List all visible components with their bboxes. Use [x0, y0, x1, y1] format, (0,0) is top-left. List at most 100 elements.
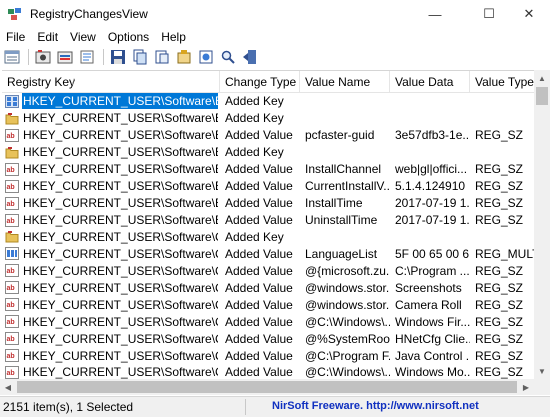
- cell-value-name: UninstallTime: [305, 213, 378, 228]
- table-row[interactable]: ab HKEY_CURRENT_USER\Software\Baidu ... Ad…: [2, 161, 534, 178]
- string-value-icon: ab: [5, 365, 19, 379]
- cell-value-data: Windows Fir...: [395, 314, 470, 329]
- table-row[interactable]: HKEY_CURRENT_USER\Software\Classes\... Ad…: [2, 245, 534, 262]
- registry-key-text: HKEY_CURRENT_USER\Software\Classes\...: [23, 246, 218, 261]
- close-button[interactable]: ✕: [506, 0, 550, 28]
- toolbar-separator: [28, 49, 29, 65]
- scroll-down-arrow-icon[interactable]: ▼: [534, 363, 550, 379]
- cell-value-type: REG_SZ: [475, 179, 524, 194]
- cell-registry-key: ab HKEY_CURRENT_USER\Software\Classes\...: [2, 314, 220, 330]
- table-row[interactable]: HKEY_CURRENT_USER\Software\Baidu S... Add…: [2, 110, 534, 127]
- save-snapshot-icon[interactable]: [33, 47, 53, 67]
- cell-registry-key: ab HKEY_CURRENT_USER\Software\Baidu ...: [2, 212, 220, 228]
- string-value-icon: ab: [5, 281, 19, 295]
- column-label: Registry Key: [7, 75, 76, 89]
- svg-text:ab: ab: [7, 302, 15, 309]
- columns-icon[interactable]: [2, 47, 22, 67]
- table-row[interactable]: ab HKEY_CURRENT_USER\Software\Classes\...…: [2, 279, 534, 296]
- horizontal-scroll-thumb[interactable]: [17, 381, 517, 393]
- table-row[interactable]: HKEY_CURRENT_USER\Software\Classes\... Ad…: [2, 229, 534, 246]
- column-header-value-type[interactable]: Value Type: [470, 71, 534, 93]
- svg-text:ab: ab: [7, 201, 15, 208]
- toolbar: [0, 46, 550, 68]
- registry-key-text: HKEY_CURRENT_USER\Software\Baidu ...: [23, 162, 218, 177]
- cell-registry-key: HKEY_CURRENT_USER\Software\Classes\...: [2, 246, 220, 262]
- cell-value-name: CurrentInstallV...: [305, 179, 390, 194]
- cell-value-data: web|gl|offici...: [395, 162, 468, 177]
- string-value-icon: ab: [5, 332, 19, 346]
- table-row[interactable]: ab HKEY_CURRENT_USER\Software\Baidu ... Ad…: [2, 178, 534, 195]
- horizontal-scrollbar[interactable]: ◀ ▶: [0, 379, 534, 395]
- cell-registry-key: ab HKEY_CURRENT_USER\Software\Classes\...: [2, 297, 220, 313]
- cell-value-name: @{microsoft.zu...: [305, 263, 390, 278]
- cell-registry-key: ab HKEY_CURRENT_USER\Software\Baidu S...: [2, 127, 220, 143]
- cell-value-data: Screenshots: [395, 280, 462, 295]
- find-icon[interactable]: [218, 47, 238, 67]
- exit-icon[interactable]: [240, 47, 260, 67]
- vertical-scroll-thumb[interactable]: [536, 87, 548, 105]
- table-row[interactable]: ab HKEY_CURRENT_USER\Software\Baidu ... Ad…: [2, 212, 534, 229]
- toolbar-separator: [103, 49, 104, 65]
- table-row[interactable]: ab HKEY_CURRENT_USER\Software\Baidu S... A…: [2, 127, 534, 144]
- registry-key-text: HKEY_CURRENT_USER\Software\Baidu S...: [22, 93, 218, 110]
- svg-text:ab: ab: [7, 353, 15, 360]
- menu-file[interactable]: File: [0, 28, 31, 46]
- menu-options[interactable]: Options: [102, 28, 155, 46]
- cell-value-type: REG_SZ: [475, 348, 524, 363]
- table-row[interactable]: HKEY_CURRENT_USER\Software\Baidu S... Add…: [2, 93, 534, 110]
- string-value-icon: ab: [5, 315, 19, 329]
- copy-icon[interactable]: [130, 47, 150, 67]
- scroll-left-arrow-icon[interactable]: ◀: [0, 379, 16, 395]
- column-header-registry-key[interactable]: Registry Key /: [2, 71, 220, 93]
- cell-value-data: HNetCfg Clie...: [395, 331, 470, 346]
- html-report-icon[interactable]: [196, 47, 216, 67]
- table-row[interactable]: ab HKEY_CURRENT_USER\Software\Classes\...…: [2, 313, 534, 330]
- menu-view[interactable]: View: [64, 28, 102, 46]
- export-icon[interactable]: [152, 47, 172, 67]
- cell-value-type: REG_SZ: [475, 297, 524, 312]
- table-row[interactable]: ab HKEY_CURRENT_USER\Software\Baidu ... Ad…: [2, 195, 534, 212]
- string-value-icon: ab: [5, 196, 19, 210]
- table-header: Registry Key / Change Type Value Name Va…: [2, 71, 534, 93]
- window-title: RegistryChangesView: [30, 7, 148, 21]
- open-snapshot-icon[interactable]: [55, 47, 75, 67]
- registry-key-icon: [5, 94, 19, 108]
- cell-value-type: REG_SZ: [475, 331, 524, 346]
- cell-value-type: REG_SZ: [475, 162, 524, 177]
- menu-help[interactable]: Help: [155, 28, 192, 46]
- registry-key-text: HKEY_CURRENT_USER\Software\Baidu ...: [23, 179, 218, 194]
- menu-edit[interactable]: Edit: [31, 28, 64, 46]
- cell-change-type: Added Value: [225, 246, 293, 261]
- cell-value-data: Java Control ...: [395, 348, 470, 363]
- cell-change-type: Added Key: [225, 145, 284, 160]
- svg-text:ab: ab: [7, 319, 15, 326]
- nirsoft-link[interactable]: NirSoft Freeware. http://www.nirsoft.net: [272, 400, 479, 412]
- scroll-right-arrow-icon[interactable]: ▶: [518, 379, 534, 395]
- registry-key-text: HKEY_CURRENT_USER\Software\Classes\...: [23, 314, 218, 329]
- properties-icon[interactable]: [174, 47, 194, 67]
- column-header-change-type[interactable]: Change Type: [220, 71, 300, 93]
- table-row[interactable]: ab HKEY_CURRENT_USER\Software\Classes\...…: [2, 347, 534, 364]
- svg-text:ab: ab: [7, 184, 15, 191]
- scroll-up-arrow-icon[interactable]: ▲: [534, 70, 550, 86]
- string-value-icon: ab: [5, 179, 19, 193]
- table-row[interactable]: ab HKEY_CURRENT_USER\Software\Classes\...…: [2, 296, 534, 313]
- registry-changes-table[interactable]: Registry Key / Change Type Value Name Va…: [2, 70, 534, 393]
- menu-bar: File Edit View Options Help: [0, 28, 550, 46]
- table-row[interactable]: ab HKEY_CURRENT_USER\Software\Classes\...…: [2, 330, 534, 347]
- cell-value-name: @%SystemRoo...: [305, 331, 390, 346]
- registry-key-text: HKEY_CURRENT_USER\Software\Classes\...: [23, 280, 218, 295]
- registry-key-text: HKEY_CURRENT_USER\Software\Classes\...: [23, 297, 218, 312]
- status-divider: [245, 399, 246, 415]
- table-row[interactable]: ab HKEY_CURRENT_USER\Software\Classes\...…: [2, 262, 534, 279]
- save-icon[interactable]: [108, 47, 128, 67]
- cell-change-type: Added Key: [225, 111, 284, 126]
- column-header-value-name[interactable]: Value Name: [300, 71, 390, 93]
- column-header-value-data[interactable]: Value Data: [390, 71, 470, 93]
- vertical-scrollbar[interactable]: ▲ ▼: [534, 70, 550, 379]
- cell-registry-key: ab HKEY_CURRENT_USER\Software\Classes\...: [2, 280, 220, 296]
- minimize-button[interactable]: —: [412, 0, 458, 28]
- table-row[interactable]: HKEY_CURRENT_USER\Software\Baidu ... Adde…: [2, 144, 534, 161]
- refresh-icon[interactable]: [77, 47, 97, 67]
- cell-value-data: C:\Program ...: [395, 263, 470, 278]
